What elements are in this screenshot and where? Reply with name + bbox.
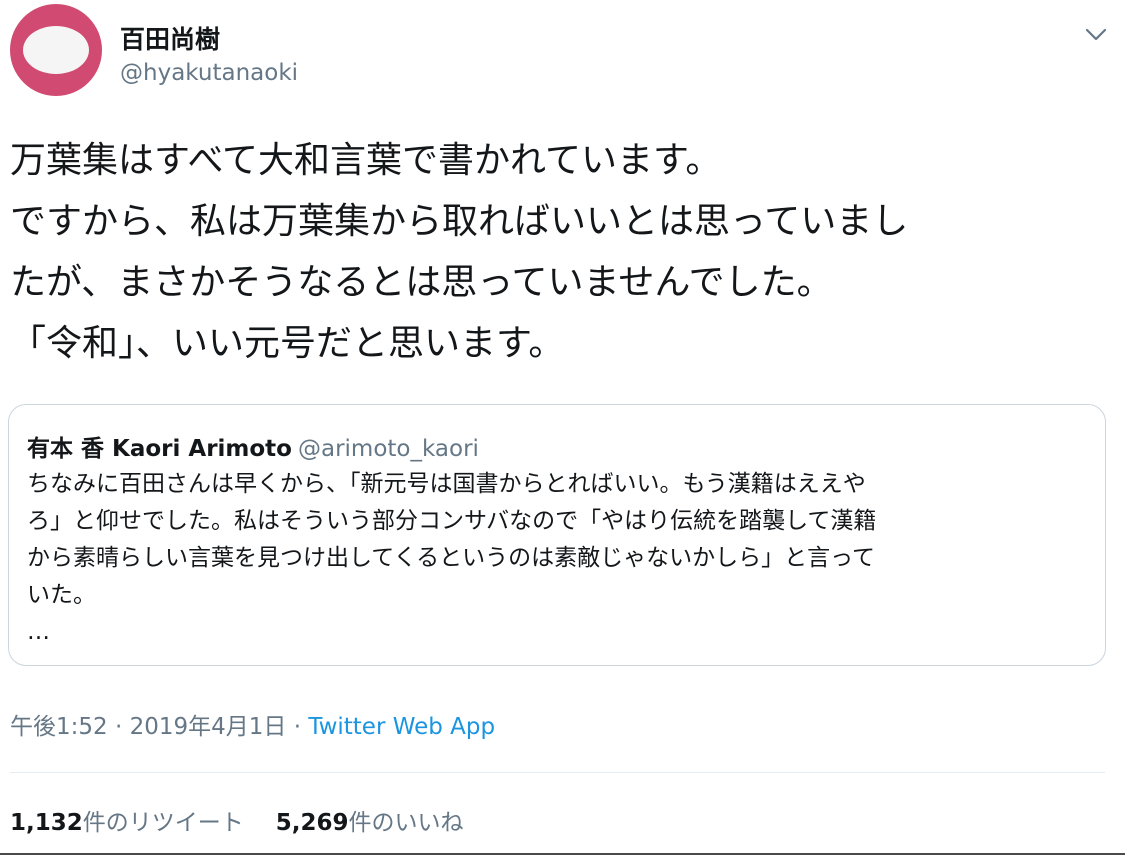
author-handle[interactable]: @hyakutanaoki — [120, 60, 298, 86]
meta-separator: · — [286, 714, 309, 740]
tweet-line: 「令和」、いい元号だと思います。 — [10, 323, 565, 364]
quoted-tweet-line: いた。 — [27, 582, 96, 608]
likes-stat[interactable]: 5,269件のいいね — [276, 803, 464, 837]
tweet-text: 万葉集はすべて大和言葉で書かれています。 ですから、私は万葉集から取ればいいとは… — [10, 130, 1115, 374]
avatar[interactable] — [10, 4, 102, 96]
likes-count: 5,269 — [275, 810, 349, 836]
tweet-line: 万葉集はすべて大和言葉で書かれています。 — [10, 140, 722, 181]
avatar-image — [23, 26, 89, 74]
quoted-author-name: 有本 香 Kaori Arimoto — [27, 436, 292, 462]
retweets-stat[interactable]: 1,132件のリツイート — [10, 803, 244, 837]
tweet-line: ですから、私は万葉集から取ればいいとは思っていまし — [10, 201, 909, 242]
bottom-divider — [0, 853, 1125, 855]
chevron-down-icon[interactable] — [1082, 20, 1110, 48]
tweet-timestamp[interactable]: 午後1:52 · 2019年4月1日 — [10, 714, 286, 740]
quoted-tweet-card[interactable]: 有本 香 Kaori Arimoto @arimoto_kaori ちなみに百田さ… — [8, 404, 1106, 666]
retweets-count: 1,132 — [10, 810, 83, 836]
retweets-label: 件のリツイート — [82, 810, 244, 836]
quoted-tweet-line: ちなみに百田さんは早くから、「新元号は国書からとればいい。もう漢籍はええや — [27, 471, 866, 497]
tweet-meta: 午後1:52 · 2019年4月1日 · Twitter Web App — [10, 707, 495, 741]
likes-label: 件のいいね — [348, 810, 464, 836]
tweet-stats: 1,132件のリツイート 5,269件のいいね — [10, 803, 464, 837]
quoted-tweet-text: ちなみに百田さんは早くから、「新元号は国書からとればいい。もう漢籍はええや ろ」… — [27, 466, 1097, 651]
tweet-line: たが、まさかそうなるとは思っていませんでした。 — [10, 262, 833, 303]
author-display-name[interactable]: 百田尚樹 — [120, 20, 220, 56]
divider — [10, 772, 1105, 773]
quoted-tweet-header: 有本 香 Kaori Arimoto @arimoto_kaori — [27, 429, 479, 463]
quoted-author-handle: @arimoto_kaori — [297, 436, 479, 462]
quoted-tweet-line: から素晴らしい言葉を見つけ出してくるというのは素敵じゃないかしら」と言って — [27, 545, 876, 571]
quoted-tweet-ellipsis: … — [27, 619, 50, 645]
quoted-tweet-line: ろ」と仰せでした。私はそういう部分コンサバなので「やはり伝統を踏襲して漢籍 — [27, 508, 877, 534]
tweet-source-link[interactable]: Twitter Web App — [308, 714, 495, 740]
